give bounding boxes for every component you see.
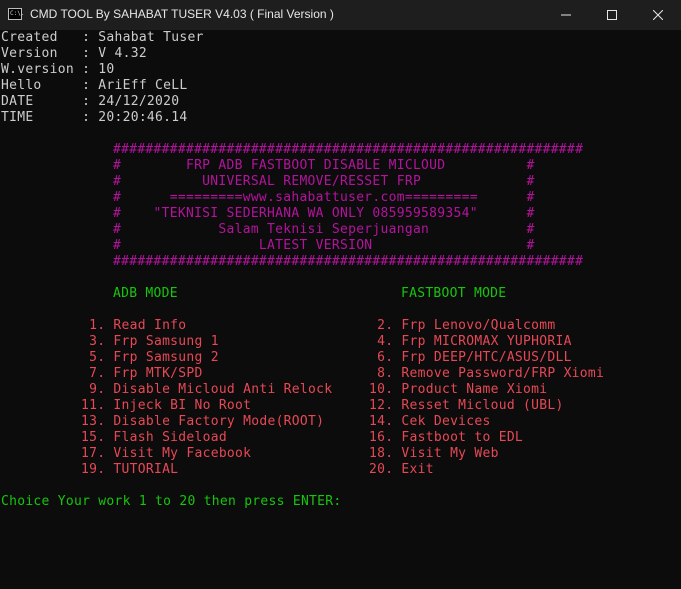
menu-item: 4. Frp MICROMAX YUPHORIA (369, 334, 572, 349)
cmd-app-icon[interactable]: C:\. (8, 8, 24, 20)
menu-item: 1. Read Info (81, 318, 187, 333)
banner-line: # LATEST VERSION # (113, 238, 535, 253)
window-title: CMD TOOL By SAHABAT TUSER V4.03 ( Final … (30, 7, 334, 21)
info-version-line: Version : V 4.32 (1, 46, 147, 61)
menu-item: 18. Visit My Web (369, 446, 499, 461)
fastboot-mode-title: FASTBOOT MODE (401, 286, 507, 301)
menu-item: 8. Remove Password/FRP Xiomi (369, 366, 605, 381)
menu-item: 12. Resset Micloud (UBL) (369, 398, 564, 413)
banner-line: # =========www.sahabattuser.com=========… (113, 190, 535, 205)
info-wversion-line: W.version : 10 (1, 62, 115, 77)
maximize-icon (607, 10, 617, 20)
menu-item: 7. Frp MTK/SPD (81, 366, 203, 381)
banner-line: # Salam Teknisi Seperjuangan # (113, 222, 535, 237)
menu-item: 6. Frp DEEP/HTC/ASUS/DLL (369, 350, 572, 365)
input-prompt[interactable]: Choice Your work 1 to 20 then press ENTE… (1, 494, 341, 510)
minimize-icon (561, 14, 571, 16)
info-hello-line: Hello : AriEff CeLL (1, 78, 188, 93)
title-bar: C:\. CMD TOOL By SAHABAT TUSER V4.03 ( F… (0, 0, 681, 30)
banner-border-top: ########################################… (113, 142, 584, 157)
info-created-line: Created : Sahabat Tuser (1, 30, 204, 45)
menu-item: 3. Frp Samsung 1 (81, 334, 219, 349)
adb-mode-title: ADB MODE (113, 286, 178, 301)
menu-item: 9. Disable Micloud Anti Relock (81, 382, 333, 397)
menu-item: 13. Disable Factory Mode(ROOT) (81, 414, 325, 429)
menu-item: 2. Frp Lenovo/Qualcomm (369, 318, 556, 333)
menu-item: 20. Exit (369, 462, 434, 477)
menu-item: 16. Fastboot to EDL (369, 430, 524, 445)
menu-item: 14. Cek Devices (369, 414, 491, 429)
console-output[interactable]: Created : Sahabat Tuser Version : V 4.32… (0, 30, 681, 589)
menu-item: 5. Frp Samsung 2 (81, 350, 219, 365)
close-button[interactable] (635, 0, 681, 30)
banner-border-bottom: ########################################… (113, 254, 584, 269)
banner-line: # UNIVERSAL REMOVE/RESSET FRP # (113, 174, 535, 189)
minimize-button[interactable] (543, 0, 589, 30)
info-time-line: TIME : 20:20:46.14 (1, 110, 188, 125)
info-date-line: DATE : 24/12/2020 (1, 94, 180, 109)
maximize-button[interactable] (589, 0, 635, 30)
menu-item: 19. TUTORIAL (81, 462, 179, 477)
banner-line: # "TEKNISI SEDERHANA WA ONLY 08595958935… (113, 206, 535, 221)
banner-line: # FRP ADB FASTBOOT DISABLE MICLOUD # (113, 158, 535, 173)
menu-item: 11. Injeck BI No Root (81, 398, 252, 413)
menu-item: 17. Visit My Facebook (81, 446, 252, 461)
menu-item: 10. Product Name Xiomi (369, 382, 548, 397)
menu-item: 15. Flash Sideload (81, 430, 227, 445)
close-icon (653, 10, 663, 20)
